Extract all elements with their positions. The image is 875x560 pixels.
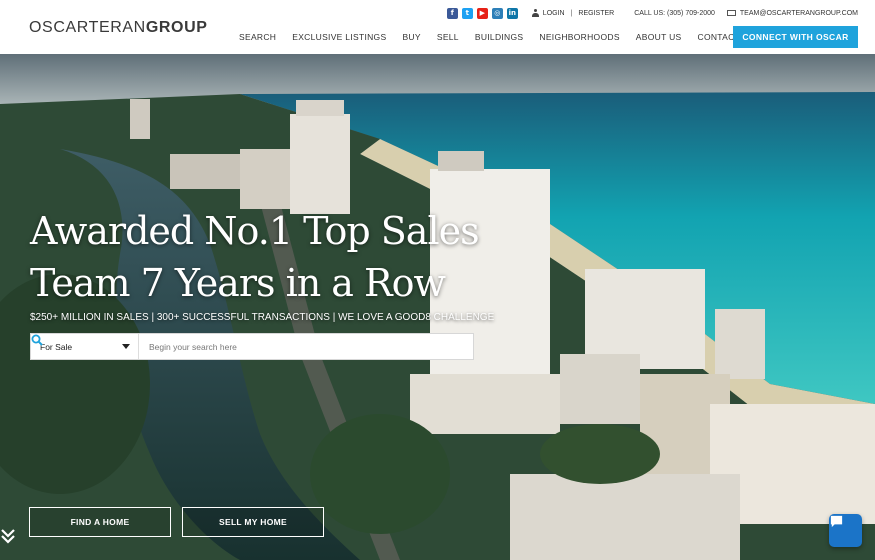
user-icon [531, 9, 539, 17]
search-icon [31, 334, 43, 346]
search-input[interactable] [139, 334, 445, 359]
sell-my-home-button[interactable]: SELL MY HOME [182, 507, 324, 537]
hero-background-image [0, 54, 875, 560]
nav-search[interactable]: SEARCH [239, 32, 276, 42]
logo-text-bold: GROUP [145, 19, 208, 36]
hero-tagline: $250+ MILLION IN SALES | 300+ SUCCESSFUL… [30, 312, 495, 323]
connect-with-oscar-button[interactable]: CONNECT WITH OSCAR [733, 26, 858, 48]
youtube-icon[interactable]: ▶ [476, 7, 488, 19]
nav-about-us[interactable]: ABOUT US [636, 32, 682, 42]
main-nav: SEARCH EXCLUSIVE LISTINGS BUY SELL BUILD… [239, 32, 755, 42]
chevron-down-icon [122, 344, 130, 349]
twitter-icon[interactable]: t [461, 7, 473, 19]
nav-buildings[interactable]: BUILDINGS [475, 32, 524, 42]
brand-logo[interactable]: OSCARTERANGROUP [29, 19, 208, 37]
email-contact[interactable]: TEAM@OSCARTERANGROUP.COM [726, 10, 858, 17]
nav-buy[interactable]: BUY [402, 32, 420, 42]
envelope-icon [726, 10, 736, 16]
listing-type-value: For Sale [40, 341, 73, 352]
top-utility-bar: f t ▶ ◎ in LOGIN | REGISTER CALL US: (30… [446, 7, 858, 19]
instagram-icon[interactable]: ◎ [491, 7, 503, 19]
find-a-home-button[interactable]: FIND A HOME [29, 507, 171, 537]
auth-links: LOGIN | REGISTER [531, 9, 614, 17]
search-button[interactable] [31, 334, 473, 359]
email-text[interactable]: TEAM@OSCARTERANGROUP.COM [740, 10, 858, 17]
site-header: OSCARTERANGROUP f t ▶ ◎ in LOGIN | REGIS… [0, 0, 875, 54]
nav-exclusive-listings[interactable]: EXCLUSIVE LISTINGS [292, 32, 386, 42]
hero-section: Awarded No.1 Top Sales Team 7 Years in a… [0, 54, 875, 560]
logo-text-light: OSCARTERAN [29, 19, 146, 36]
property-search-bar: For Sale [30, 333, 474, 360]
facebook-icon[interactable]: f [446, 7, 458, 19]
double-chevron-down-icon[interactable] [0, 528, 16, 544]
listing-type-select[interactable]: For Sale [31, 334, 139, 359]
nav-sell[interactable]: SELL [437, 32, 459, 42]
register-link[interactable]: REGISTER [578, 10, 614, 17]
login-link[interactable]: LOGIN [543, 10, 565, 17]
hero-headline-line-2: Team 7 Years in a Row [30, 261, 446, 305]
hero-headline-line-1: Awarded No.1 Top Sales [30, 209, 480, 253]
chat-bubble-icon [830, 515, 843, 528]
chat-button[interactable] [829, 514, 862, 547]
linkedin-icon[interactable]: in [506, 7, 518, 19]
nav-neighborhoods[interactable]: NEIGHBORHOODS [539, 32, 619, 42]
call-us-text[interactable]: CALL US: (305) 709-2000 [634, 10, 715, 17]
auth-separator: | [570, 9, 573, 17]
social-links: f t ▶ ◎ in [446, 7, 518, 19]
